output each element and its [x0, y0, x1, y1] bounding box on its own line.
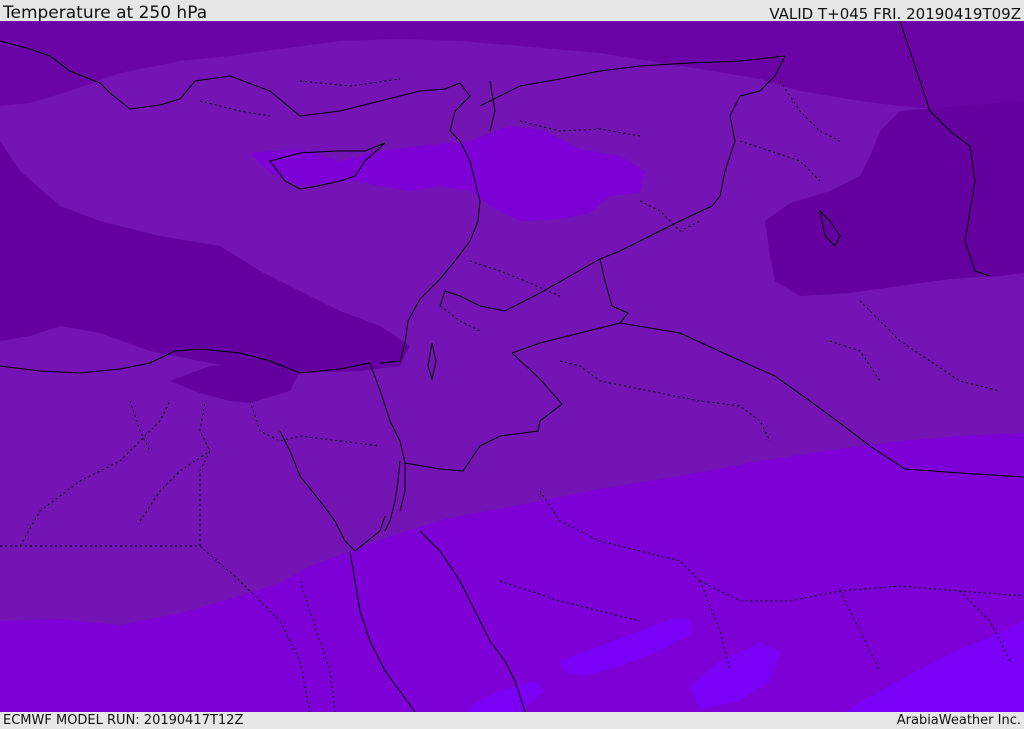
map-canvas: [0, 21, 1024, 712]
credit-label: ArabiaWeather Inc.: [896, 713, 1021, 728]
map-title: Temperature at 250 hPa: [3, 3, 208, 23]
bottom-bar: ECMWF MODEL RUN: 20190417T12Z ArabiaWeat…: [0, 712, 1024, 729]
top-bar: Temperature at 250 hPa VALID T+045 FRI. …: [0, 0, 1024, 23]
model-run-label: ECMWF MODEL RUN: 20190417T12Z: [3, 713, 244, 728]
weather-map[interactable]: [0, 21, 1024, 712]
